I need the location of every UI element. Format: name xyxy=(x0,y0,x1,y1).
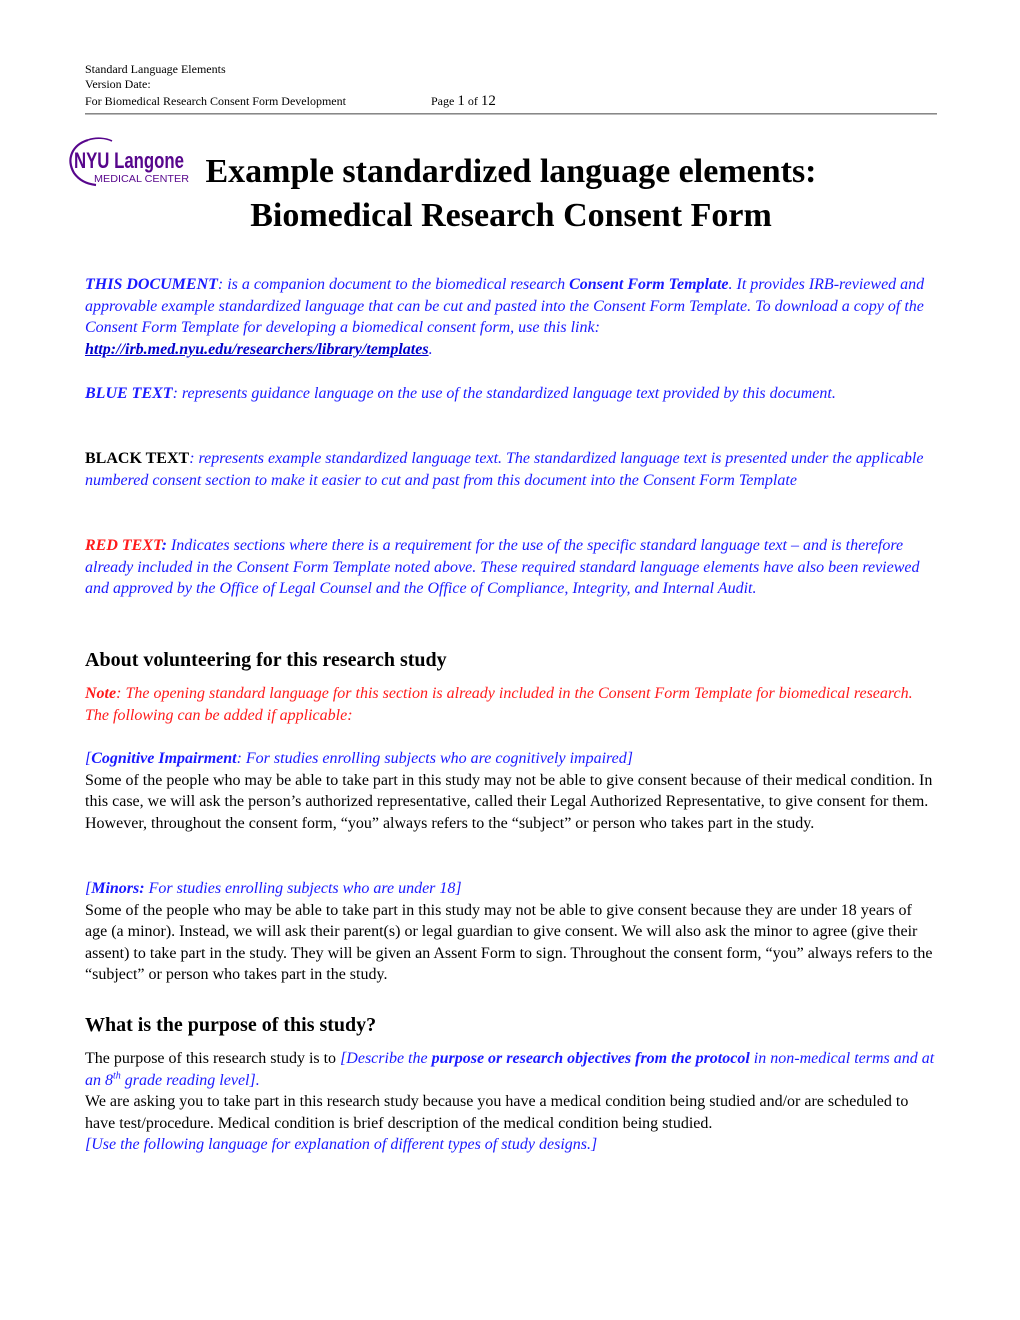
minors-label: Minors: xyxy=(91,880,145,897)
black-text-label: BLACK TEXT xyxy=(85,450,190,467)
page-header: Standard Language Elements Version Date:… xyxy=(85,62,937,109)
purpose-statement: The purpose of this research study is to… xyxy=(85,1050,935,1089)
header-line3: For Biomedical Research Consent Form Dev… xyxy=(85,94,937,109)
note-label: Note xyxy=(85,685,117,702)
red-text-label: RED TEXT xyxy=(85,537,162,554)
subsection-cognitive-impairment: [Cognitive Impairment: For studies enrol… xyxy=(85,748,937,834)
section-heading-volunteering: About volunteering for this research stu… xyxy=(85,649,447,671)
header-doc-name: Standard Language Elements xyxy=(85,62,226,76)
document-title: Example standardized language elements: … xyxy=(85,150,937,238)
intro-red-text: RED TEXT: Indicates sections where there… xyxy=(85,537,920,597)
intro-black-text: BLACK TEXT: represents example standardi… xyxy=(85,450,924,489)
minors-body: Some of the people who may be able to ta… xyxy=(85,901,933,984)
consent-form-template-term: Consent Form Template xyxy=(569,276,729,293)
minors-guidance: [Minors: For studies enrolling subjects … xyxy=(85,880,462,897)
study-design-guidance: [Use the following language for explanat… xyxy=(85,1136,598,1153)
purpose-section-body: The purpose of this research study is to… xyxy=(85,1048,937,1156)
volunteering-note: Note: The opening standard language for … xyxy=(85,685,913,724)
this-document-label: THIS DOCUMENT xyxy=(85,276,218,293)
subsection-minors: [Minors: For studies enrolling subjects … xyxy=(85,878,937,986)
page-number: Page 1 of 12 xyxy=(431,93,496,109)
blue-text-label: BLUE TEXT xyxy=(85,385,173,402)
intro-blue-text: BLUE TEXT: represents guidance language … xyxy=(85,385,836,402)
templates-link[interactable]: http://irb.med.nyu.edu/researchers/libra… xyxy=(85,341,429,358)
cognitive-impairment-label: Cognitive Impairment xyxy=(91,750,237,767)
page-total: 12 xyxy=(480,93,496,109)
document-page: Standard Language Elements Version Date:… xyxy=(0,0,1020,1320)
header-divider xyxy=(85,113,937,114)
intro-this-document: THIS DOCUMENT: is a companion document t… xyxy=(85,276,925,358)
header-version-date: Version Date: xyxy=(85,77,151,91)
purpose-body: We are asking you to take part in this r… xyxy=(85,1093,909,1132)
header-purpose: For Biomedical Research Consent Form Dev… xyxy=(85,94,346,108)
cognitive-impairment-body: Some of the people who may be able to ta… xyxy=(85,771,933,832)
cognitive-impairment-guidance: [Cognitive Impairment: For studies enrol… xyxy=(85,750,633,767)
title-line-2: Biomedical Research Consent Form xyxy=(250,197,772,234)
title-line-1: Example standardized language elements: xyxy=(205,153,817,190)
page-current: 1 xyxy=(457,93,465,109)
section-heading-purpose: What is the purpose of this study? xyxy=(85,1014,377,1036)
